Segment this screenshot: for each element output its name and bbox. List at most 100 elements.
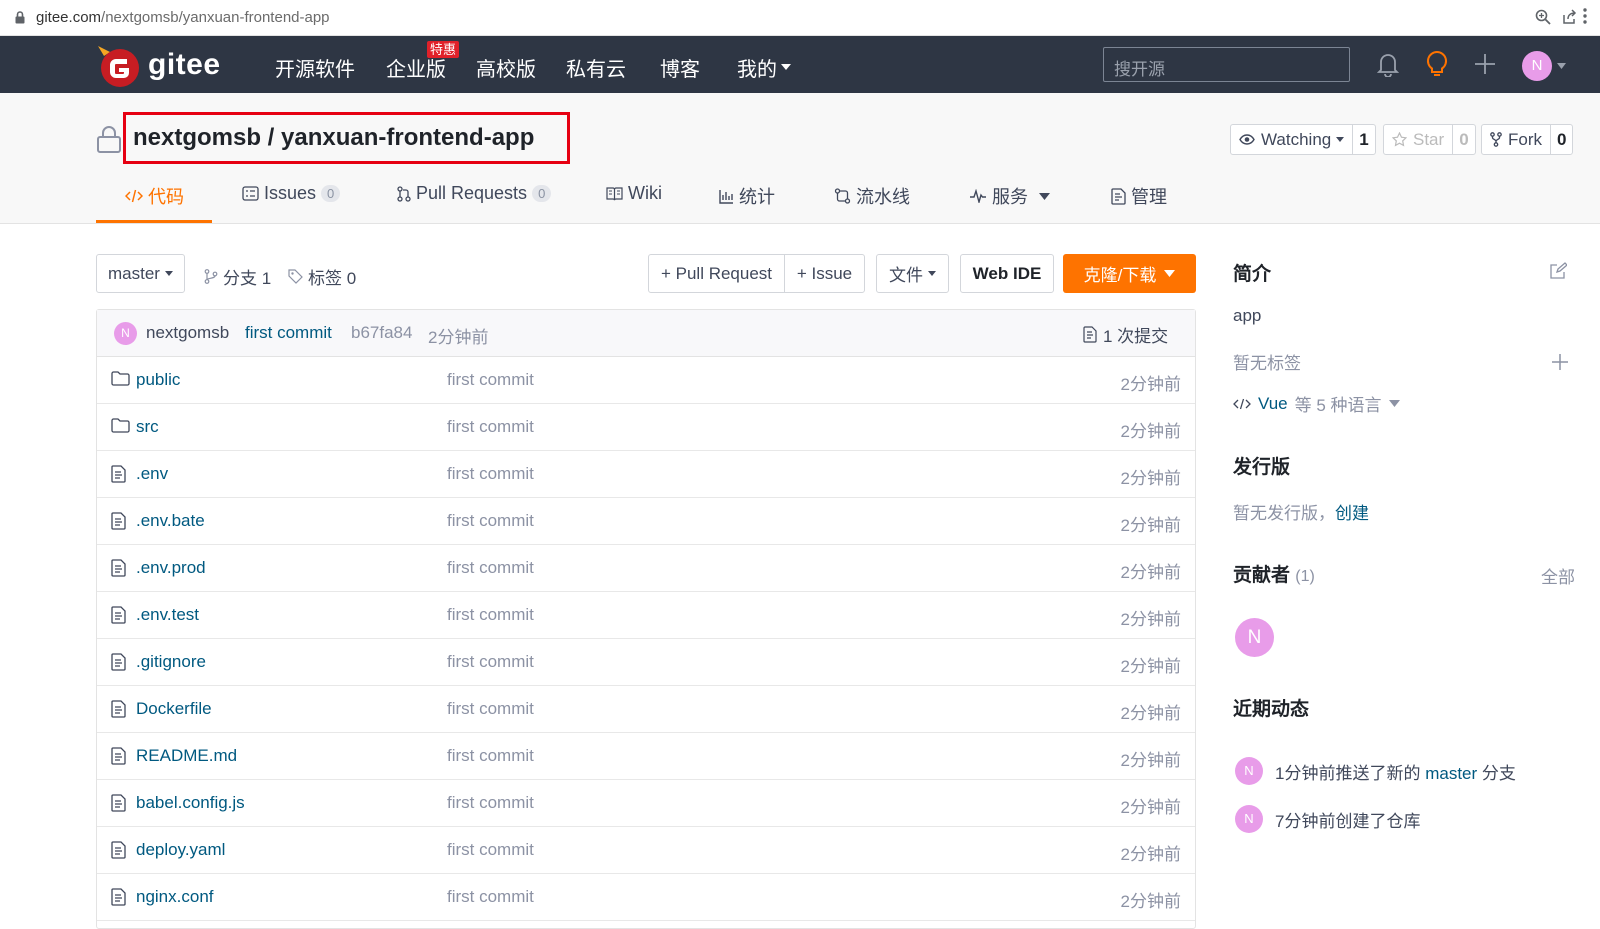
file-commit-message[interactable]: first commit — [447, 746, 534, 766]
file-name[interactable]: .env.prod — [136, 558, 206, 578]
file-row[interactable]: .env.test first commit 2分钟前 — [97, 592, 1195, 639]
commit-count-link[interactable]: 1 次提交 — [1083, 322, 1168, 347]
gitee-logo[interactable]: gitee — [96, 40, 226, 90]
file-commit-time: 2分钟前 — [1120, 469, 1181, 488]
clone-download-button[interactable]: 克隆/下载 — [1063, 254, 1196, 293]
file-name[interactable]: deploy.yaml — [136, 840, 225, 860]
commit-hash[interactable]: b67fa84 — [351, 323, 412, 343]
search-input[interactable]: 搜开源 — [1103, 47, 1350, 82]
file-row[interactable]: .gitignore first commit 2分钟前 — [97, 639, 1195, 686]
nav-open-source[interactable]: 开源软件 — [275, 53, 355, 82]
file-name[interactable]: src — [136, 417, 159, 437]
active-tab-indicator — [96, 220, 212, 223]
file-row[interactable]: deploy.yaml first commit 2分钟前 — [97, 827, 1195, 874]
file-name[interactable]: README.md — [136, 746, 237, 766]
new-pull-request-button[interactable]: + Pull Request — [648, 254, 785, 293]
add-tag-icon[interactable] — [1552, 354, 1568, 370]
tab-pull-requests-label: Pull Requests — [416, 183, 528, 203]
file-row[interactable]: Dockerfile first commit 2分钟前 — [97, 686, 1195, 733]
star-button[interactable]: Star 0 — [1383, 124, 1476, 155]
file-commit-message[interactable]: first commit — [447, 417, 534, 437]
tab-stats-label: 统计 — [739, 187, 775, 207]
file-row[interactable]: .env.prod first commit 2分钟前 — [97, 545, 1195, 592]
file-name[interactable]: .env.test — [136, 605, 199, 625]
activity-item: N 1分钟前推送了新的 master 分支 — [1235, 757, 1516, 785]
folder-icon — [111, 418, 130, 433]
edit-icon[interactable] — [1549, 262, 1567, 280]
share-icon[interactable] — [1562, 9, 1578, 25]
nav-mine[interactable]: 我的 — [737, 53, 791, 82]
commit-author-avatar[interactable]: N — [114, 322, 137, 345]
url-field[interactable]: gitee.com/nextgomsb/yanxuan-frontend-app — [36, 9, 330, 26]
branch-select[interactable]: master — [96, 254, 185, 293]
tags-link[interactable]: 标签 0 — [288, 264, 356, 289]
file-commit-message[interactable]: first commit — [447, 511, 534, 531]
all-contributors-link[interactable]: 全部 — [1541, 563, 1575, 588]
file-row[interactable]: public first commit 2分钟前 — [97, 357, 1195, 404]
file-commit-message[interactable]: first commit — [447, 464, 534, 484]
web-ide-button[interactable]: Web IDE — [960, 254, 1054, 293]
bell-icon[interactable] — [1377, 51, 1399, 77]
tab-pull-requests[interactable]: Pull Requests 0 — [397, 183, 552, 204]
watch-button[interactable]: Watching 1 — [1230, 124, 1376, 155]
tab-wiki[interactable]: Wiki — [606, 183, 662, 204]
tab-manage[interactable]: 管理 — [1111, 183, 1167, 209]
file-commit-message[interactable]: first commit — [447, 887, 534, 907]
fork-button[interactable]: Fork 0 — [1481, 124, 1574, 155]
tab-services[interactable]: 服务 — [969, 183, 1050, 209]
file-commit-message[interactable]: first commit — [447, 699, 534, 719]
file-name[interactable]: .gitignore — [136, 652, 206, 672]
new-issue-button[interactable]: + Issue — [784, 254, 865, 293]
file-icon — [111, 465, 126, 483]
commit-author[interactable]: nextgomsb — [146, 323, 229, 343]
avatar-caret-icon[interactable] — [1557, 63, 1566, 69]
more-menu-icon[interactable] — [1582, 7, 1588, 25]
branches-link[interactable]: 分支 1 — [204, 264, 271, 289]
file-row[interactable]: babel.config.js first commit 2分钟前 — [97, 780, 1195, 827]
user-avatar[interactable]: N — [1522, 51, 1552, 81]
lightbulb-icon[interactable] — [1425, 50, 1449, 78]
file-commit-message[interactable]: first commit — [447, 605, 534, 625]
file-commit-message[interactable]: first commit — [447, 793, 534, 813]
file-row[interactable]: nginx.conf first commit 2分钟前 — [97, 874, 1195, 921]
watch-label-wrap[interactable]: Watching — [1231, 125, 1354, 154]
file-commit-message[interactable]: first commit — [447, 840, 534, 860]
fork-label-wrap[interactable]: Fork — [1482, 125, 1551, 154]
file-name[interactable]: .env — [136, 464, 168, 484]
fork-count[interactable]: 0 — [1551, 125, 1572, 154]
watch-count[interactable]: 1 — [1353, 125, 1374, 154]
activity-branch-link[interactable]: master — [1425, 764, 1477, 783]
tab-pipeline[interactable]: 流水线 — [834, 183, 910, 209]
file-commit-message[interactable]: first commit — [447, 370, 534, 390]
file-commit-message[interactable]: first commit — [447, 652, 534, 672]
nav-blog[interactable]: 博客 — [660, 53, 700, 82]
activity-avatar[interactable]: N — [1235, 805, 1263, 833]
repo-title[interactable]: nextgomsb / yanxuan-frontend-app — [133, 124, 534, 152]
file-row[interactable]: .env.bate first commit 2分钟前 — [97, 498, 1195, 545]
languages-link[interactable]: Vue 等 5 种语言 — [1233, 391, 1400, 416]
tab-code[interactable]: 代码 — [125, 183, 184, 209]
file-row[interactable]: .env first commit 2分钟前 — [97, 451, 1195, 498]
file-name[interactable]: .env.bate — [136, 511, 205, 531]
file-row[interactable]: src first commit 2分钟前 — [97, 404, 1195, 451]
activity-avatar[interactable]: N — [1235, 757, 1263, 785]
file-icon — [111, 700, 126, 718]
file-name[interactable]: babel.config.js — [136, 793, 245, 813]
file-name[interactable]: Dockerfile — [136, 699, 212, 719]
create-release-link[interactable]: 创建 — [1335, 504, 1369, 523]
nav-private-cloud[interactable]: 私有云 — [566, 53, 626, 82]
contributor-avatar[interactable]: N — [1235, 618, 1274, 657]
file-row[interactable]: README.md first commit 2分钟前 — [97, 733, 1195, 780]
file-name[interactable]: nginx.conf — [136, 887, 214, 907]
nav-university[interactable]: 高校版 — [476, 53, 536, 82]
commit-message[interactable]: first commit — [245, 323, 332, 343]
star-count[interactable]: 0 — [1453, 125, 1474, 154]
file-menu-button[interactable]: 文件 — [876, 254, 949, 293]
star-label-wrap[interactable]: Star — [1384, 125, 1454, 154]
zoom-icon[interactable] — [1535, 9, 1551, 25]
plus-icon[interactable] — [1474, 53, 1496, 75]
tab-stats[interactable]: 统计 — [719, 183, 775, 209]
tab-issues[interactable]: Issues 0 — [242, 183, 341, 204]
file-commit-message[interactable]: first commit — [447, 558, 534, 578]
file-name[interactable]: public — [136, 370, 180, 390]
